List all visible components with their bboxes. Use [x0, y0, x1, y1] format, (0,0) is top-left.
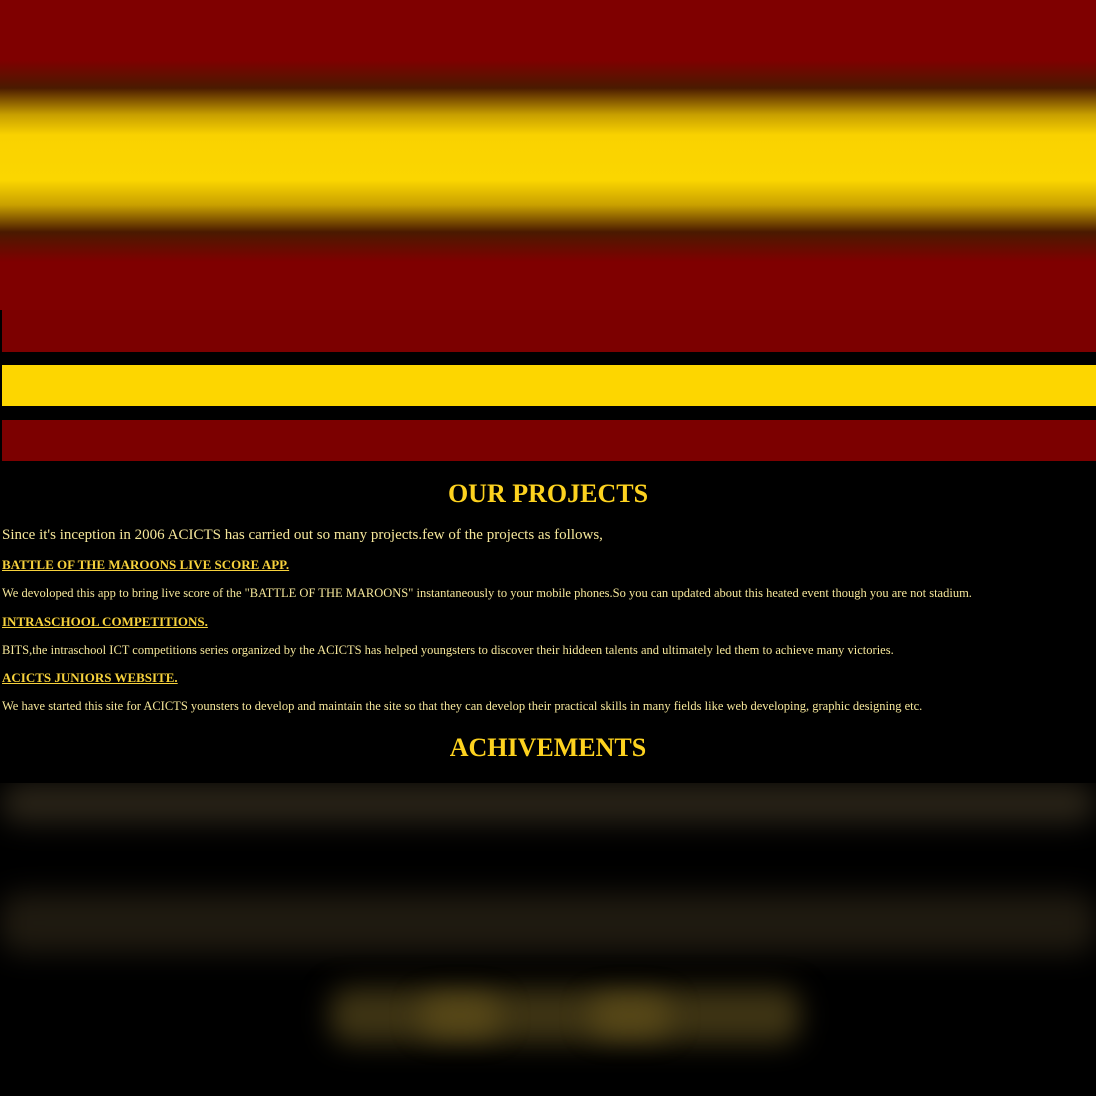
maroon-stripe-bottom — [2, 420, 1096, 461]
achievements-title: ACHIVEMENTS — [449, 733, 647, 762]
blurred-band — [0, 783, 1096, 823]
achievements-blurred-content — [0, 783, 1096, 1096]
blurred-band — [420, 998, 500, 1033]
project-heading-live-score-app[interactable]: BATTLE OF THE MAROONS LIVE SCORE APP. — [2, 557, 289, 573]
project-heading-intraschool-competitions[interactable]: INTRASCHOOL COMPETITIONS. — [2, 614, 208, 630]
blurred-band — [590, 998, 670, 1033]
projects-title: OUR PROJECTS — [447, 479, 649, 508]
project-description-intraschool-competitions: BITS,the intraschool ICT competitions se… — [2, 643, 894, 657]
blurred-band — [0, 893, 1096, 953]
gold-stripe — [2, 365, 1096, 406]
blurred-band — [330, 988, 800, 1043]
project-description-live-score-app: We devoloped this app to bring live scor… — [2, 586, 972, 600]
project-heading-juniors-website[interactable]: ACICTS JUNIORS WEBSITE. — [2, 670, 178, 686]
project-description-juniors-website: We have started this site for ACICTS you… — [2, 699, 923, 713]
hero-banner-gradient — [0, 0, 1096, 310]
projects-intro: Since it's inception in 2006 ACICTS has … — [2, 527, 603, 543]
maroon-stripe-top — [2, 310, 1096, 352]
